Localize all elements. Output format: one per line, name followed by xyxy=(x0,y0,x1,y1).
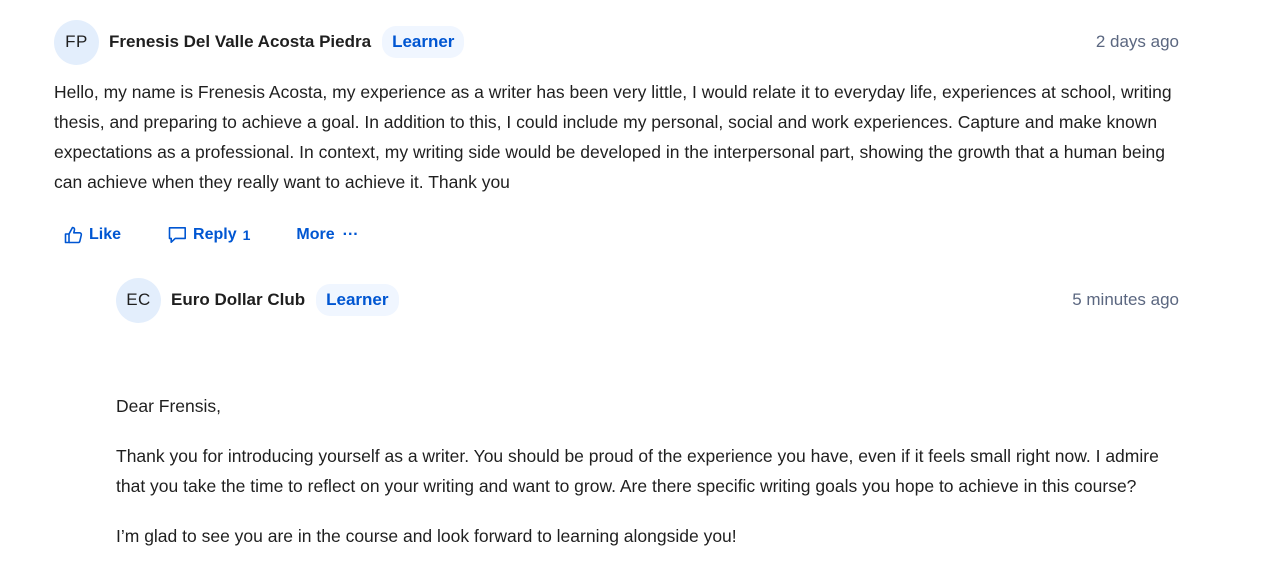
reply-timestamp: 5 minutes ago xyxy=(1072,290,1179,309)
reply-button[interactable]: Reply 1 xyxy=(168,226,250,244)
avatar[interactable]: FP xyxy=(54,19,99,65)
post-body: Hello, my name is Frenesis Acosta, my ex… xyxy=(54,82,1172,192)
reply-paragraph: I’m glad to see you are in the course an… xyxy=(116,526,737,546)
post-timestamp: 2 days ago xyxy=(1095,32,1179,51)
reply-greeting: Dear Frensis, xyxy=(116,396,222,416)
ellipsis-icon: ··· xyxy=(342,226,359,243)
reply-post: EC Euro Dollar Club Learner 5 minutes ag… xyxy=(116,277,1179,551)
like-button[interactable]: Like xyxy=(64,226,121,244)
author-name[interactable]: Euro Dollar Club xyxy=(171,290,305,310)
reply-label: Reply xyxy=(193,226,237,243)
more-label: More xyxy=(296,226,335,243)
speech-bubble-icon xyxy=(168,227,187,243)
avatar[interactable]: EC xyxy=(116,277,161,323)
reply-paragraph: Thank you for introducing yourself as a … xyxy=(116,446,1159,496)
learner-badge: Learner xyxy=(316,284,399,316)
discussion-thread: FP Frenesis Del Valle Acosta Piedra Lear… xyxy=(0,0,1267,583)
post-header: FP Frenesis Del Valle Acosta Piedra Lear… xyxy=(54,19,1179,65)
author-name[interactable]: Frenesis Del Valle Acosta Piedra xyxy=(109,32,371,52)
post: FP Frenesis Del Valle Acosta Piedra Lear… xyxy=(54,19,1179,249)
like-label: Like xyxy=(89,226,122,243)
thumbs-up-icon xyxy=(64,226,83,244)
reply-header: EC Euro Dollar Club Learner 5 minutes ag… xyxy=(116,277,1179,323)
post-actions: Like Reply 1 More ··· xyxy=(64,221,1179,249)
learner-badge: Learner xyxy=(382,26,465,58)
more-button[interactable]: More ··· xyxy=(296,226,358,244)
reply-count: 1 xyxy=(242,227,251,243)
